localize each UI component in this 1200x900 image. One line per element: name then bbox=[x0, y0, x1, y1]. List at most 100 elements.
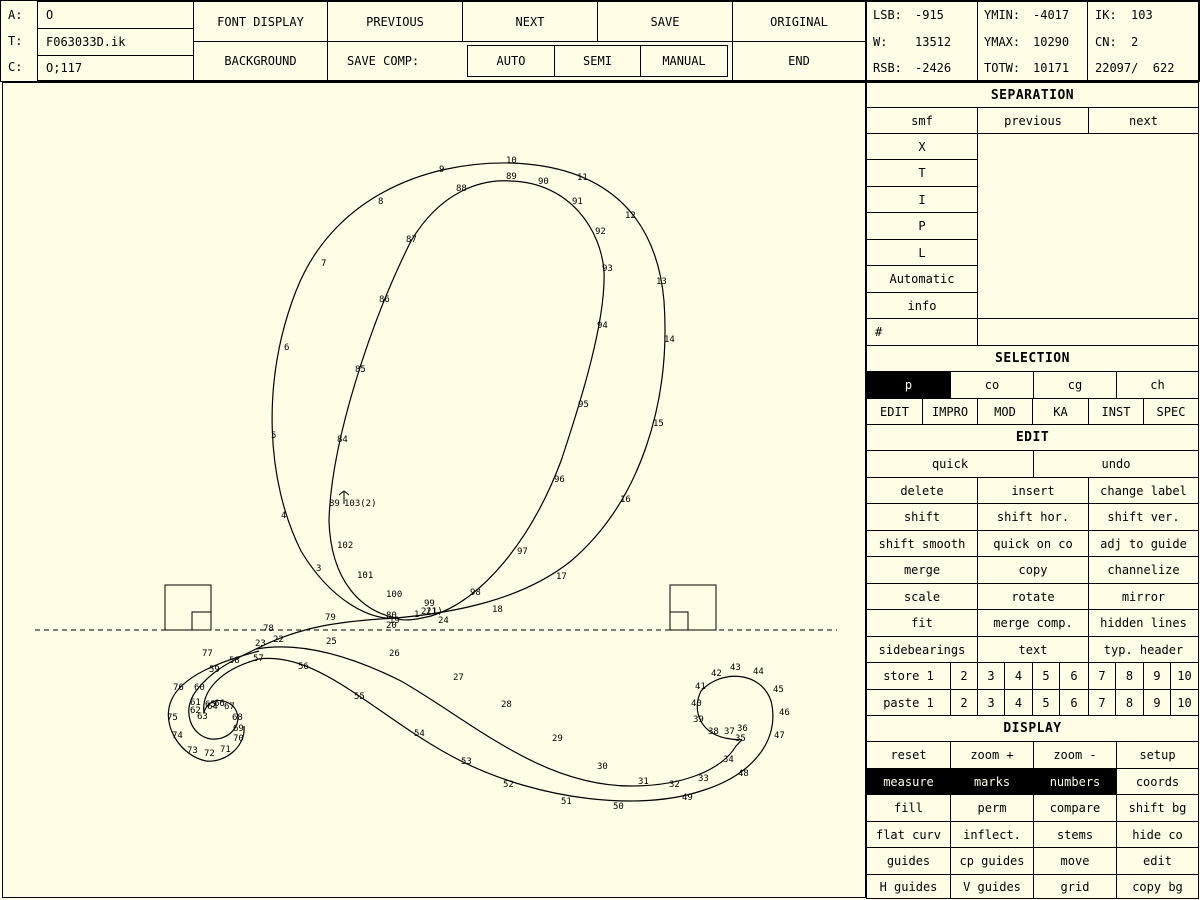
paste-4-button[interactable]: 4 bbox=[1004, 689, 1033, 716]
store-6-button[interactable]: 6 bbox=[1059, 662, 1089, 690]
rotate-button[interactable]: rotate bbox=[977, 583, 1089, 610]
separation-info-button[interactable]: info bbox=[866, 292, 978, 319]
shift-bg-button[interactable]: shift bg bbox=[1116, 794, 1199, 822]
channelize-button[interactable]: channelize bbox=[1088, 556, 1199, 584]
font-display-button[interactable]: FONT DISPLAY bbox=[193, 1, 328, 42]
h-guides-toggle[interactable]: H guides bbox=[866, 874, 951, 899]
paste-1-button[interactable]: paste 1 bbox=[866, 689, 951, 716]
paste-9-button[interactable]: 9 bbox=[1143, 689, 1171, 716]
display-edit-button[interactable]: edit bbox=[1116, 847, 1199, 875]
separation-previous-button[interactable]: previous bbox=[977, 107, 1089, 134]
background-button[interactable]: BACKGROUND bbox=[193, 41, 328, 81]
store-3-button[interactable]: 3 bbox=[977, 662, 1005, 690]
paste-3-button[interactable]: 3 bbox=[977, 689, 1005, 716]
paste-8-button[interactable]: 8 bbox=[1115, 689, 1144, 716]
store-8-button[interactable]: 8 bbox=[1115, 662, 1144, 690]
cp-guides-toggle[interactable]: cp guides bbox=[950, 847, 1034, 875]
compare-toggle[interactable]: compare bbox=[1033, 794, 1117, 822]
selection-p-button[interactable]: p bbox=[866, 371, 951, 399]
quick-button[interactable]: quick bbox=[866, 450, 1034, 478]
mirror-button[interactable]: mirror bbox=[1088, 583, 1199, 610]
save-comp-semi-button[interactable]: SEMI bbox=[554, 45, 641, 77]
inflect-toggle[interactable]: inflect. bbox=[950, 821, 1034, 848]
merge-button[interactable]: merge bbox=[866, 556, 978, 584]
delete-button[interactable]: delete bbox=[866, 477, 978, 504]
insert-button[interactable]: insert bbox=[977, 477, 1089, 504]
paste-10-button[interactable]: 10 bbox=[1170, 689, 1199, 716]
grid-toggle[interactable]: grid bbox=[1033, 874, 1117, 899]
text-button[interactable]: text bbox=[977, 636, 1089, 663]
fit-button[interactable]: fit bbox=[866, 609, 978, 637]
store-4-button[interactable]: 4 bbox=[1004, 662, 1033, 690]
move-button[interactable]: move bbox=[1033, 847, 1117, 875]
store-2-button[interactable]: 2 bbox=[950, 662, 978, 690]
copy-bg-button[interactable]: copy bg bbox=[1116, 874, 1199, 899]
selection-cg-button[interactable]: cg bbox=[1033, 371, 1117, 399]
store-7-button[interactable]: 7 bbox=[1088, 662, 1116, 690]
selection-mod-button[interactable]: MOD bbox=[977, 398, 1033, 425]
save-button[interactable]: SAVE bbox=[597, 1, 733, 42]
merge-comp-button[interactable]: merge comp. bbox=[977, 609, 1089, 637]
paste-7-button[interactable]: 7 bbox=[1088, 689, 1116, 716]
previous-button[interactable]: PREVIOUS bbox=[327, 1, 463, 42]
original-button[interactable]: ORIGINAL bbox=[732, 1, 866, 42]
paste-6-button[interactable]: 6 bbox=[1059, 689, 1089, 716]
paste-5-button[interactable]: 5 bbox=[1032, 689, 1060, 716]
store-9-button[interactable]: 9 bbox=[1143, 662, 1171, 690]
quick-on-co-button[interactable]: quick on co bbox=[977, 530, 1089, 557]
save-comp-manual-button[interactable]: MANUAL bbox=[640, 45, 728, 77]
v-guides-toggle[interactable]: V guides bbox=[950, 874, 1034, 899]
marks-toggle[interactable]: marks bbox=[950, 768, 1034, 795]
separation-next-button[interactable]: next bbox=[1088, 107, 1199, 134]
copy-button[interactable]: copy bbox=[977, 556, 1089, 584]
selection-ch-button[interactable]: ch bbox=[1116, 371, 1199, 399]
flat-curv-toggle[interactable]: flat curv bbox=[866, 821, 951, 848]
coords-toggle[interactable]: coords bbox=[1116, 768, 1199, 795]
adj-to-guide-button[interactable]: adj to guide bbox=[1088, 530, 1199, 557]
separation-p-button[interactable]: P bbox=[866, 212, 978, 240]
store-5-button[interactable]: 5 bbox=[1032, 662, 1060, 690]
typ-header-button[interactable]: typ. header bbox=[1088, 636, 1199, 663]
stems-toggle[interactable]: stems bbox=[1033, 821, 1117, 848]
numbers-toggle[interactable]: numbers bbox=[1033, 768, 1117, 795]
measure-toggle[interactable]: measure bbox=[866, 768, 951, 795]
font-file-field[interactable]: F063033D.ik bbox=[37, 28, 194, 56]
separation-t-button[interactable]: T bbox=[866, 159, 978, 187]
hide-co-toggle[interactable]: hide co bbox=[1116, 821, 1199, 848]
store-1-button[interactable]: store 1 bbox=[866, 662, 951, 690]
zoom-out-button[interactable]: zoom - bbox=[1033, 741, 1117, 769]
glyph-canvas[interactable]: 9 10 11 12 13 14 15 16 17 18 19 20 21 22… bbox=[2, 82, 866, 898]
end-button[interactable]: END bbox=[732, 41, 866, 81]
separation-smf-button[interactable]: smf bbox=[866, 107, 978, 134]
guides-toggle[interactable]: guides bbox=[866, 847, 951, 875]
change-label-button[interactable]: change label bbox=[1088, 477, 1199, 504]
save-comp-auto-button[interactable]: AUTO bbox=[467, 45, 555, 77]
selection-spec-button[interactable]: SPEC bbox=[1143, 398, 1199, 425]
selection-co-button[interactable]: co bbox=[950, 371, 1034, 399]
shift-smooth-button[interactable]: shift smooth bbox=[866, 530, 978, 557]
separation-l-button[interactable]: L bbox=[866, 239, 978, 266]
scale-button[interactable]: scale bbox=[866, 583, 978, 610]
selection-ka-button[interactable]: KA bbox=[1032, 398, 1089, 425]
glyph-name-field[interactable]: O bbox=[37, 1, 194, 29]
zoom-in-button[interactable]: zoom + bbox=[950, 741, 1034, 769]
separation-automatic-button[interactable]: Automatic bbox=[866, 265, 978, 293]
setup-button[interactable]: setup bbox=[1116, 741, 1199, 769]
char-code-field[interactable]: O;117 bbox=[37, 55, 194, 81]
separation-hash-field[interactable]: # bbox=[866, 318, 978, 346]
shift-hor-button[interactable]: shift hor. bbox=[977, 503, 1089, 531]
selection-impro-button[interactable]: IMPRO bbox=[922, 398, 978, 425]
reset-button[interactable]: reset bbox=[866, 741, 951, 769]
store-10-button[interactable]: 10 bbox=[1170, 662, 1199, 690]
perm-toggle[interactable]: perm bbox=[950, 794, 1034, 822]
separation-x-button[interactable]: X bbox=[866, 133, 978, 160]
separation-hash-value[interactable] bbox=[977, 318, 1199, 346]
shift-button[interactable]: shift bbox=[866, 503, 978, 531]
selection-inst-button[interactable]: INST bbox=[1088, 398, 1144, 425]
glyph-outline-svg[interactable]: 9 10 11 12 13 14 15 16 17 18 19 20 21 22… bbox=[3, 83, 867, 899]
next-button[interactable]: NEXT bbox=[462, 1, 598, 42]
separation-i-button[interactable]: I bbox=[866, 186, 978, 213]
paste-2-button[interactable]: 2 bbox=[950, 689, 978, 716]
hidden-lines-button[interactable]: hidden lines bbox=[1088, 609, 1199, 637]
fill-toggle[interactable]: fill bbox=[866, 794, 951, 822]
